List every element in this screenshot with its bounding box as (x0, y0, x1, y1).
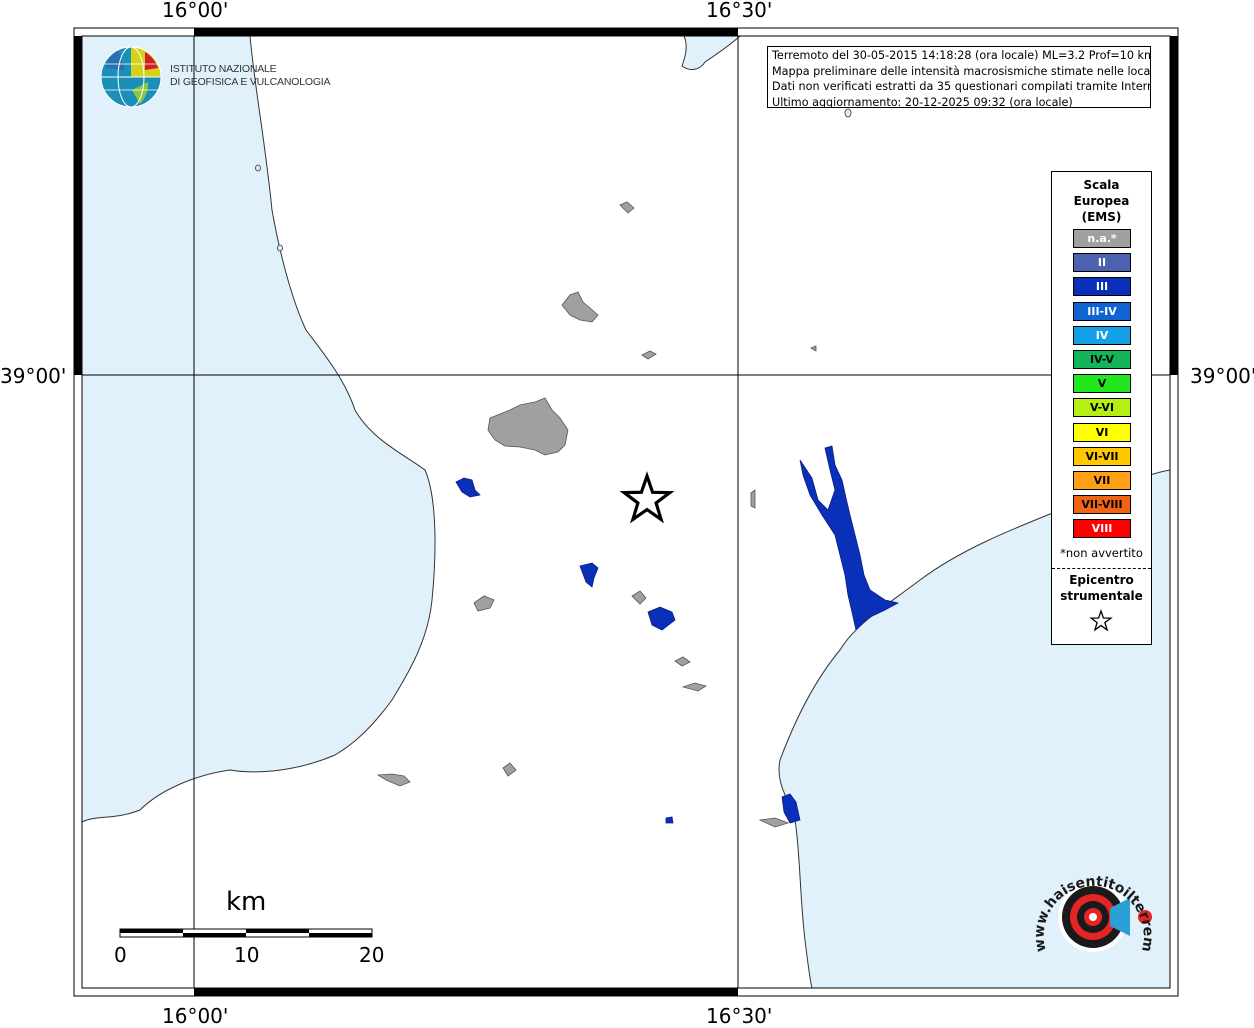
lon-label-top-right: 16°30' (706, 0, 773, 22)
legend-swatch-vii-viii: VII-VIII (1073, 495, 1131, 515)
legend-swatch-iii: III (1073, 277, 1131, 297)
lon-label-top-left: 16°00' (162, 0, 229, 22)
event-info-line2: Mappa preliminare delle intensità macros… (772, 64, 1151, 78)
legend-swatch-vi: VI (1073, 422, 1131, 442)
legend-note: *non avvertito (1060, 546, 1143, 560)
event-info-line1: Terremoto del 30-05-2015 14:18:28 (ora l… (772, 49, 1151, 62)
ems-legend: Scala Europea (EMS) n.a.* II III III-IV IV IV… (1051, 171, 1152, 645)
legend-swatch-ii: II (1073, 253, 1131, 273)
scale-tick-10: 10 (234, 943, 260, 967)
legend-epicenter-line2: strumentale (1060, 589, 1143, 603)
lon-label-bottom-left: 16°00' (162, 1004, 229, 1028)
legend-title-line2: Europea (1073, 194, 1130, 208)
ingv-globe-logo-icon (100, 46, 162, 108)
legend-swatch-iii-iv: III-IV (1073, 301, 1131, 321)
legend-epicenter-line1: Epicentro (1069, 573, 1134, 587)
legend-star-icon (1089, 609, 1113, 632)
legend-swatch-na: n.a.* (1073, 229, 1131, 248)
event-info-box: Terremoto del 30-05-2015 14:18:28 (ora l… (767, 46, 1151, 108)
legend-title: Scala Europea (EMS) (1052, 177, 1151, 225)
legend-title-line1: Scala (1083, 178, 1120, 192)
legend-swatch-iv: IV (1073, 325, 1131, 345)
scale-tick-20: 20 (359, 943, 385, 967)
legend-epicenter-label: Epicentro strumentale (1052, 572, 1151, 604)
scale-unit: km (226, 887, 267, 917)
event-info-line3: Dati non verificati estratti da 35 quest… (772, 80, 1151, 93)
scale-tick-0: 0 (114, 943, 127, 967)
ingv-org-name: ISTITUTO NAZIONALE DI GEOFISICA E VULCAN… (170, 63, 331, 89)
ingv-org-line1: ISTITUTO NAZIONALE (170, 63, 277, 75)
lat-label-left: 39°00' (0, 364, 67, 388)
legend-swatch-viii: VIII (1073, 519, 1131, 539)
legend-swatch-vii: VII (1073, 471, 1131, 490)
legend-swatch-v-vi: V-VI (1073, 398, 1131, 418)
legend-swatch-vi-vii: VI-VII (1073, 446, 1131, 466)
legend-title-line3: (EMS) (1081, 210, 1122, 224)
event-info-line4: Ultimo aggiornamento: 20-12-2025 09:32 (… (772, 95, 1073, 108)
lon-label-bottom-right: 16°30' (706, 1004, 773, 1028)
legend-swatch-iv-v: IV-V (1073, 350, 1131, 369)
lat-label-right: 39°00' (1190, 364, 1254, 388)
legend-swatch-v: V (1073, 374, 1131, 394)
ingv-org-line2: DI GEOFISICA E VULCANOLOGIA (170, 76, 331, 88)
